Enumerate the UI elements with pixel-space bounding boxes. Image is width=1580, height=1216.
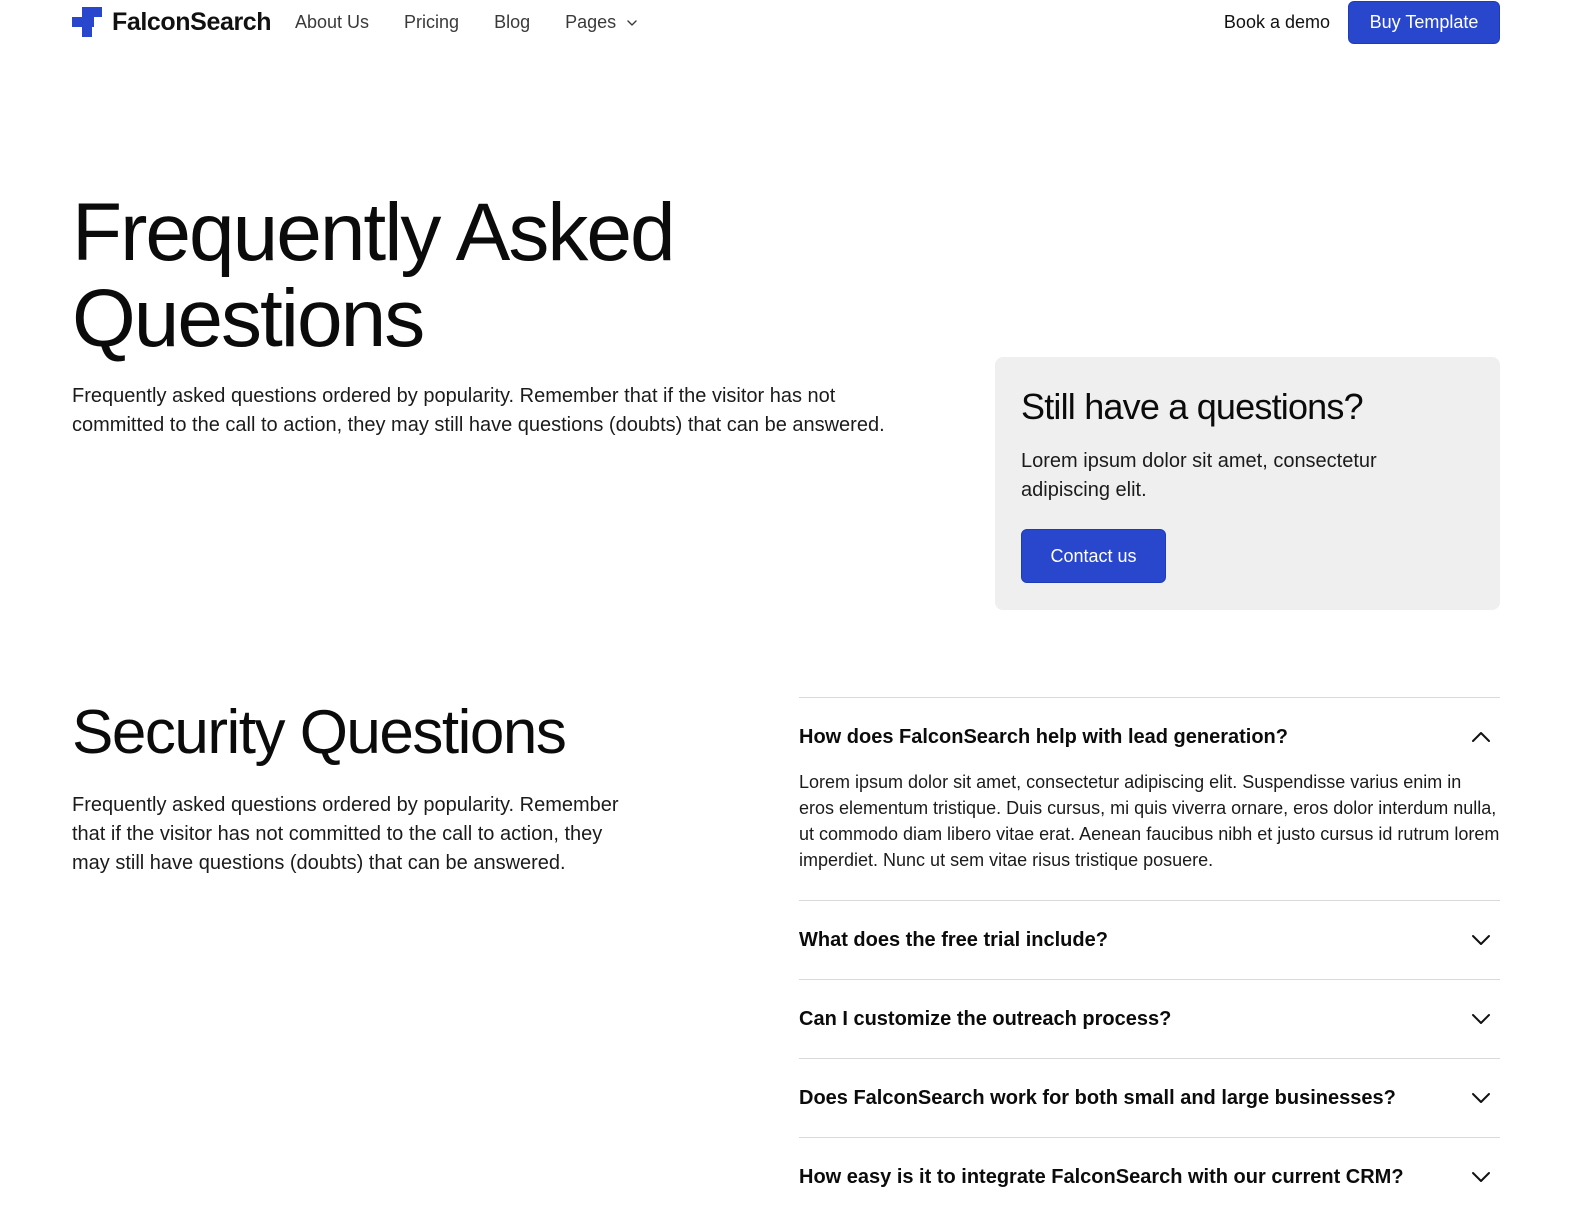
section-description: Frequently asked questions ordered by po… — [72, 794, 619, 874]
nav-link-blog[interactable]: Blog — [494, 12, 530, 33]
chevron-down-icon — [1472, 1014, 1490, 1024]
contact-card: Still have a questions? Lorem ipsum dolo… — [995, 357, 1500, 610]
brand-logo[interactable]: FalconSearch — [72, 7, 272, 37]
faq-question: What does the free trial include? — [799, 928, 1108, 951]
faq-item: How does FalconSearch help with lead gen… — [799, 697, 1500, 900]
faq-answer: Lorem ipsum dolor sit amet, consectetur … — [799, 772, 1500, 870]
nav-link-pricing[interactable]: Pricing — [404, 12, 459, 33]
faq-item: Does FalconSearch work for both small an… — [799, 1058, 1500, 1137]
faq-question-toggle[interactable]: Can I customize the outreach process? — [799, 980, 1500, 1058]
nav-links: About Us Pricing Blog Pages — [295, 12, 673, 33]
nav-actions: Book a demo Buy Template — [1224, 1, 1500, 44]
faq-question: Can I customize the outreach process? — [799, 1007, 1172, 1030]
faq-accordion: How does FalconSearch help with lead gen… — [799, 697, 1500, 1216]
faq-item: How easy is it to integrate FalconSearch… — [799, 1137, 1500, 1216]
page-description: Frequently asked questions ordered by po… — [72, 385, 885, 436]
falconsearch-logo-icon — [72, 7, 102, 37]
brand-name: FalconSearch — [112, 7, 272, 36]
contact-us-button[interactable]: Contact us — [1021, 529, 1166, 583]
faq-item: Can I customize the outreach process? — [799, 979, 1500, 1058]
nav-link-pages[interactable]: Pages — [565, 12, 638, 33]
section-title: Security Questions — [72, 698, 567, 767]
contact-card-title: Still have a questions? — [1021, 386, 1364, 427]
chevron-down-icon — [1472, 935, 1490, 945]
page-title: Frequently Asked Questions — [72, 190, 872, 362]
contact-card-description: Lorem ipsum dolor sit amet, consectetur … — [1021, 450, 1377, 501]
faq-question: How easy is it to integrate FalconSearch… — [799, 1165, 1404, 1188]
faq-question-toggle[interactable]: How does FalconSearch help with lead gen… — [799, 698, 1500, 776]
chevron-down-icon — [1472, 1093, 1490, 1103]
page-title-line-2: Questions — [72, 273, 425, 364]
page-title-line-1: Frequently Asked — [72, 187, 676, 278]
top-navigation: FalconSearch About Us Pricing Blog Pages… — [0, 0, 1580, 46]
nav-link-pages-label: Pages — [565, 12, 617, 32]
chevron-down-icon — [1472, 1172, 1490, 1182]
faq-question-toggle[interactable]: How easy is it to integrate FalconSearch… — [799, 1138, 1500, 1216]
book-demo-link[interactable]: Book a demo — [1224, 12, 1330, 33]
chevron-up-icon — [1472, 732, 1490, 742]
chevron-down-icon — [627, 19, 637, 26]
buy-template-button[interactable]: Buy Template — [1348, 1, 1500, 44]
faq-question: How does FalconSearch help with lead gen… — [799, 725, 1288, 748]
nav-link-about-us[interactable]: About Us — [295, 12, 369, 33]
faq-question: Does FalconSearch work for both small an… — [799, 1086, 1396, 1109]
faq-question-toggle[interactable]: What does the free trial include? — [799, 901, 1500, 979]
faq-item: What does the free trial include? — [799, 900, 1500, 979]
faq-question-toggle[interactable]: Does FalconSearch work for both small an… — [799, 1059, 1500, 1137]
